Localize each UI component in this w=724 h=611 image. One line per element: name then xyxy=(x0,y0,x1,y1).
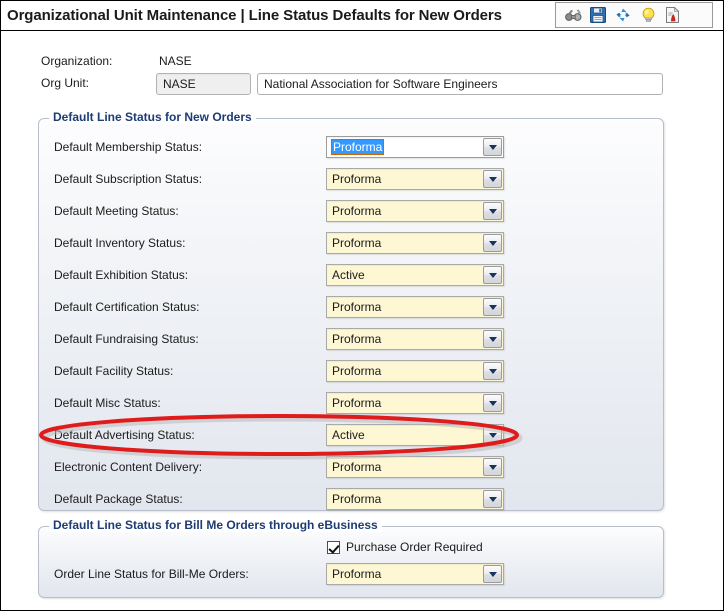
row-package-label: Default Package Status: xyxy=(54,492,183,506)
new-orders-group-legend: Default Line Status for New Orders xyxy=(49,110,256,124)
econtent-delivery-combo[interactable]: Proforma xyxy=(326,456,504,478)
membership-status-value: Proforma xyxy=(330,139,385,155)
facility-status-value: Proforma xyxy=(332,364,382,378)
econtent-delivery-value: Proforma xyxy=(332,460,382,474)
row-misc-label: Default Misc Status: xyxy=(54,396,161,410)
title-bar: Organizational Unit Maintenance | Line S… xyxy=(1,1,723,31)
inventory-status-combo[interactable]: Proforma xyxy=(326,232,504,254)
chevron-down-icon xyxy=(488,496,497,502)
lightbulb-icon[interactable] xyxy=(639,6,657,24)
meeting-status-dropdown-button[interactable] xyxy=(483,202,502,220)
report-icon[interactable] xyxy=(664,6,682,24)
inventory-status-value: Proforma xyxy=(332,236,382,250)
application-window: Organizational Unit Maintenance | Line S… xyxy=(0,0,724,611)
save-icon[interactable] xyxy=(589,6,607,24)
facility-status-combo[interactable]: Proforma xyxy=(326,360,504,382)
org-unit-label: Org Unit: xyxy=(41,76,90,90)
row-fundraising-label: Default Fundraising Status: xyxy=(54,332,199,346)
fundraising-status-dropdown-button[interactable] xyxy=(483,330,502,348)
bill-me-group-legend: Default Line Status for Bill Me Orders t… xyxy=(49,518,382,532)
row-exhibition-label: Default Exhibition Status: xyxy=(54,268,189,282)
order-line-status-combo[interactable]: Proforma xyxy=(326,563,504,585)
exhibition-status-combo[interactable]: Active xyxy=(326,264,504,286)
row-inventory-label: Default Inventory Status: xyxy=(54,236,186,250)
misc-status-dropdown-button[interactable] xyxy=(483,394,502,412)
refresh-icon[interactable] xyxy=(614,6,632,24)
package-status-dropdown-button[interactable] xyxy=(483,490,502,508)
chevron-down-icon xyxy=(488,272,497,278)
order-line-status-row: Order Line Status for Bill-Me Orders: xyxy=(54,563,249,585)
org-unit-row: Org Unit: xyxy=(41,76,159,90)
inventory-status-dropdown-button[interactable] xyxy=(483,234,502,252)
fundraising-status-combo[interactable]: Proforma xyxy=(326,328,504,350)
purchase-order-required-checkbox[interactable] xyxy=(327,540,340,554)
advertising-status-value: Active xyxy=(332,428,365,442)
page-title: Organizational Unit Maintenance | Line S… xyxy=(7,7,502,24)
organization-label: Organization: xyxy=(41,54,113,68)
row-certification-label: Default Certification Status: xyxy=(54,300,200,314)
chevron-down-icon xyxy=(488,400,497,406)
row-subscription-label: Default Subscription Status: xyxy=(54,172,203,186)
binoculars-icon[interactable] xyxy=(564,6,582,24)
membership-status-dropdown-button[interactable] xyxy=(483,138,502,156)
misc-status-value: Proforma xyxy=(332,396,382,410)
row-membership-label: Default Membership Status: xyxy=(54,140,203,154)
certification-status-dropdown-button[interactable] xyxy=(483,298,502,316)
advertising-status-dropdown-button[interactable] xyxy=(483,426,502,444)
facility-status-dropdown-button[interactable] xyxy=(483,362,502,380)
row-advertising-label: Default Advertising Status: xyxy=(54,428,195,442)
toolbar xyxy=(555,2,713,28)
bill-me-group: Default Line Status for Bill Me Orders t… xyxy=(38,518,664,598)
order-line-status-dropdown-button[interactable] xyxy=(483,565,502,583)
row-meeting-label: Default Meeting Status: xyxy=(54,204,179,218)
chevron-down-icon xyxy=(488,368,497,374)
meeting-status-combo[interactable]: Proforma xyxy=(326,200,504,222)
order-line-status-value: Proforma xyxy=(332,567,382,581)
chevron-down-icon xyxy=(488,176,497,182)
order-line-status-label: Order Line Status for Bill-Me Orders: xyxy=(54,567,249,581)
subscription-status-dropdown-button[interactable] xyxy=(483,170,502,188)
purchase-order-required-label: Purchase Order Required xyxy=(346,540,483,554)
meeting-status-value: Proforma xyxy=(332,204,382,218)
organization-row: Organization: NASE xyxy=(41,54,192,68)
chevron-down-icon xyxy=(488,432,497,438)
chevron-down-icon xyxy=(488,571,497,577)
row-facility-label: Default Facility Status: xyxy=(54,364,174,378)
chevron-down-icon xyxy=(488,240,497,246)
econtent-delivery-dropdown-button[interactable] xyxy=(483,458,502,476)
certification-status-combo[interactable]: Proforma xyxy=(326,296,504,318)
org-unit-code-field[interactable]: NASE xyxy=(156,73,251,95)
organization-value: NASE xyxy=(159,54,192,68)
package-status-combo[interactable]: Proforma xyxy=(326,488,504,510)
membership-status-combo[interactable]: Proforma xyxy=(326,136,504,158)
package-status-value: Proforma xyxy=(332,492,382,506)
row-econtent-label: Electronic Content Delivery: xyxy=(54,460,203,474)
org-unit-name-field[interactable]: National Association for Software Engine… xyxy=(257,73,663,95)
advertising-status-combo[interactable]: Active xyxy=(326,424,504,446)
chevron-down-icon xyxy=(488,464,497,470)
chevron-down-icon xyxy=(488,336,497,342)
subscription-status-value: Proforma xyxy=(332,172,382,186)
subscription-status-combo[interactable]: Proforma xyxy=(326,168,504,190)
exhibition-status-dropdown-button[interactable] xyxy=(483,266,502,284)
purchase-order-required-row[interactable]: Purchase Order Required xyxy=(327,540,483,554)
chevron-down-icon xyxy=(488,304,497,310)
chevron-down-icon xyxy=(488,208,497,214)
exhibition-status-value: Active xyxy=(332,268,365,282)
new-orders-group: Default Line Status for New Orders Defau… xyxy=(38,110,664,511)
chevron-down-icon xyxy=(488,144,497,150)
misc-status-combo[interactable]: Proforma xyxy=(326,392,504,414)
certification-status-value: Proforma xyxy=(332,300,382,314)
fundraising-status-value: Proforma xyxy=(332,332,382,346)
